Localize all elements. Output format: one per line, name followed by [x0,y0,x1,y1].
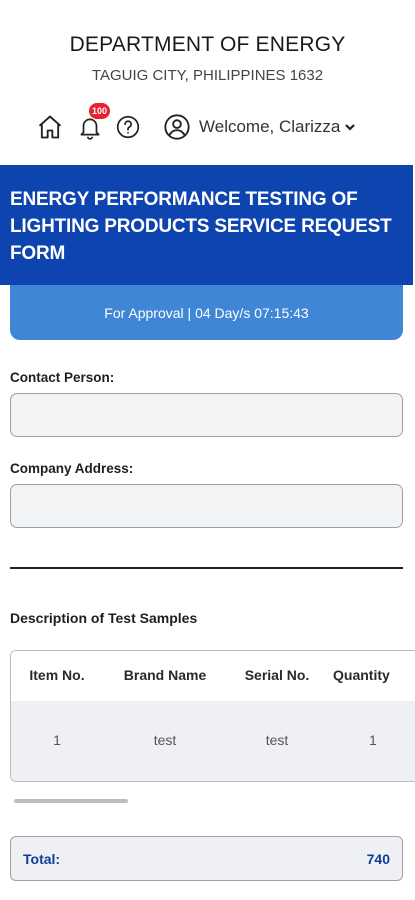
form-title: ENERGY PERFORMANCE TESTING OF LIGHTING P… [10,189,392,264]
section-divider [10,567,403,569]
top-nav: 100 Welcome, Clarizza [0,102,415,146]
horizontal-scrollbar[interactable] [14,799,128,803]
total-row: Total: 740 [10,836,403,881]
department-address: TAGUIG CITY, PHILIPPINES 1632 [91,67,324,84]
chevron-down-icon [345,124,356,131]
cell-serial-no: test [265,732,289,748]
table-header-row: Item No. Brand Name Serial No. Quantity [11,651,415,701]
contact-person-input[interactable] [10,393,403,437]
table-row[interactable]: 1 test test 1 [11,701,415,781]
cell-item-no: 1 [53,732,61,748]
contact-person-label: Contact Person: [10,370,115,385]
column-header-serial-no: Serial No. [244,667,310,683]
cell-brand-name: test [153,732,177,748]
home-button[interactable] [35,112,65,142]
total-value: 740 [366,851,390,867]
welcome-text: Welcome, Clarizza [199,117,341,136]
cell-quantity: 1 [369,732,377,748]
column-header-item-no: Item No. [29,667,85,683]
notification-badge: 100 [87,102,111,120]
help-button[interactable] [113,112,143,142]
company-address-input[interactable] [10,484,403,528]
notifications-button[interactable]: 100 [75,102,111,142]
help-icon [116,115,140,139]
status-bar: For Approval | 04 Day/s 07:15:43 [10,285,403,340]
department-title: DEPARTMENT OF ENERGY [69,33,346,56]
status-text: For Approval | 04 Day/s 07:15:43 [104,304,309,321]
user-menu[interactable]: Welcome, Clarizza [163,112,356,142]
app-header: DEPARTMENT OF ENERGY TAGUIG CITY, PHILIP… [0,0,415,165]
user-icon [164,114,190,140]
total-label: Total: [23,851,61,867]
column-header-brand-name: Brand Name [123,667,207,683]
form-title-banner: ENERGY PERFORMANCE TESTING OF LIGHTING P… [0,165,413,285]
test-samples-title: Description of Test Samples [10,610,198,626]
column-header-quantity: Quantity [333,667,390,683]
test-samples-table: Item No. Brand Name Serial No. Quantity … [10,650,415,782]
company-address-label: Company Address: [10,461,134,476]
home-icon [38,115,62,139]
